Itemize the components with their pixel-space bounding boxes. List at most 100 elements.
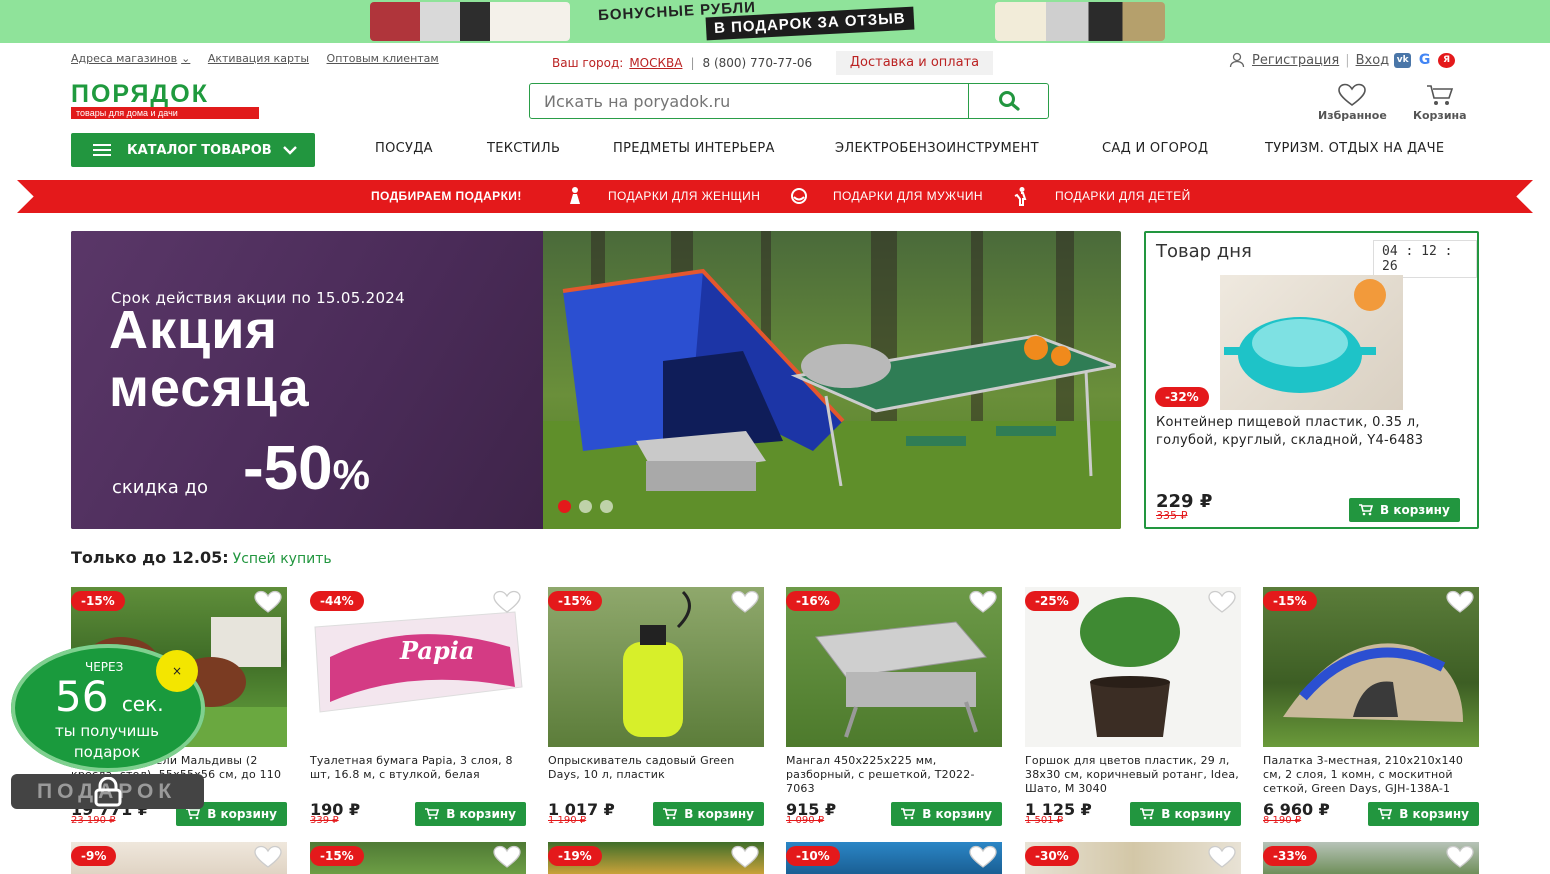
logo-word: ПОРЯДОК	[71, 80, 209, 108]
heart-icon[interactable]	[1207, 845, 1237, 869]
nav-item-dishes[interactable]: ПОСУДА	[375, 141, 433, 156]
product-name[interactable]: Горшок для цветов пластик, 29 л, 38х30 с…	[1025, 754, 1239, 796]
product-card[interactable]: -25% Горшок для цветов пластик, 29 л, 38…	[1025, 587, 1241, 827]
login-link[interactable]: Вход	[1356, 53, 1390, 68]
nav-item-tourism[interactable]: ТУРИЗМ. ОТДЫХ НА ДАЧЕ	[1265, 141, 1444, 156]
discount-badge: -19%	[548, 846, 602, 866]
deal-discount-badge: -32%	[1155, 387, 1209, 407]
add-to-cart-button[interactable]: В корзину	[891, 802, 1002, 826]
product-card[interactable]: -33%	[1263, 842, 1479, 874]
product-card[interactable]: -19%	[548, 842, 764, 874]
product-name[interactable]: Палатка 3-местная, 210х210х140 см, 2 сло…	[1263, 754, 1477, 796]
link-card-activation[interactable]: Активация карты	[208, 52, 309, 65]
cart-icon	[425, 808, 440, 820]
heart-icon[interactable]	[492, 590, 522, 614]
child-icon	[1014, 187, 1027, 206]
delivery-button[interactable]: Доставка и оплата	[836, 51, 993, 75]
add-to-cart-button[interactable]: В корзину	[1368, 802, 1479, 826]
nav-item-textile[interactable]: ТЕКСТИЛЬ	[487, 141, 560, 156]
divider: |	[1345, 52, 1350, 68]
phone-number[interactable]: 8 (800) 770-77-06	[703, 56, 813, 70]
heart-icon[interactable]	[1207, 590, 1237, 614]
yandex-icon[interactable]: Я	[1438, 52, 1456, 68]
city-value[interactable]: МОСКВА	[629, 56, 682, 70]
heart-icon[interactable]	[492, 845, 522, 869]
add-to-cart-button[interactable]: В корзину	[415, 802, 526, 826]
deal-product-name[interactable]: Контейнер пищевой пластик, 0.35 л, голуб…	[1156, 414, 1466, 450]
heart-icon[interactable]	[253, 590, 283, 614]
vk-icon[interactable]: vk	[1394, 52, 1412, 68]
lock-icon	[94, 777, 122, 807]
deal-add-to-cart-button[interactable]: В корзину	[1349, 498, 1460, 522]
site-logo[interactable]: ПОРЯДОК товары для дома и дачи	[71, 82, 259, 119]
product-old-price: 1 501 ₽	[1025, 815, 1064, 826]
product-old-price: 1 090 ₽	[786, 815, 825, 826]
ribbon-gifts-men[interactable]: ПОДАРКИ ДЛЯ МУЖЧИН	[833, 189, 983, 203]
product-card[interactable]: -15%	[310, 842, 526, 874]
gift-countdown-popup[interactable]: ЧЕРЕЗ 56 сек. ты получишь подарок ×	[11, 644, 205, 772]
banner-dot-2[interactable]	[579, 500, 592, 513]
link-wholesale[interactable]: Оптовым клиентам	[327, 52, 439, 65]
promo-strip[interactable]: БОНУСНЫЕ РУБЛИ В ПОДАРОК ЗА ОТЗЫВ	[0, 0, 1550, 43]
product-card[interactable]: -15% Опрыскиватель садовый Green Days, 1…	[548, 587, 764, 827]
nav-item-power-tools[interactable]: ЭЛЕКТРОБЕНЗОИНСТРУМЕНТ	[835, 141, 1039, 156]
section-title-text: Только до 12.05:	[71, 548, 229, 567]
add-to-cart-button[interactable]: В корзину	[1130, 802, 1241, 826]
heart-icon[interactable]	[730, 590, 760, 614]
product-card[interactable]: -10%	[786, 842, 1002, 874]
cart-icon	[1426, 85, 1453, 105]
gift-close-button[interactable]: ×	[156, 650, 198, 692]
catalog-button[interactable]: КАТАЛОГ ТОВАРОВ	[71, 133, 315, 167]
product-name[interactable]: Туалетная бумага Papia, 3 слоя, 8 шт, 16…	[310, 754, 524, 782]
discount-badge: -15%	[71, 591, 125, 611]
product-card[interactable]: -15% Палатка 3-местная, 210х210х140 см, …	[1263, 587, 1479, 827]
product-name[interactable]: Мангал 450х225х225 мм, разборный, с реше…	[786, 754, 1000, 796]
banner-dot-3[interactable]	[600, 500, 613, 513]
banner-discount: -50%	[243, 433, 370, 504]
gift-countdown: 56 сек.	[55, 672, 164, 721]
banner-pagination	[558, 500, 613, 513]
deal-title: Товар дня	[1156, 241, 1252, 262]
banner-title: Акция месяца	[109, 301, 310, 417]
product-name[interactable]: Опрыскиватель садовый Green Days, 10 л, …	[548, 754, 762, 782]
woman-icon	[570, 187, 580, 204]
link-store-addresses[interactable]: Адреса магазинов ⌄	[71, 52, 190, 65]
cart-icon	[901, 808, 916, 820]
heart-icon[interactable]	[968, 590, 998, 614]
add-to-cart-button[interactable]: В корзину	[653, 802, 764, 826]
google-icon[interactable]: G	[1416, 52, 1434, 68]
gift-seconds-unit: сек.	[121, 692, 164, 716]
search-button[interactable]	[968, 84, 1048, 118]
deal-product-image[interactable]	[1220, 275, 1403, 410]
cart-button[interactable]: Корзина	[1413, 83, 1467, 122]
user-icon	[1229, 52, 1245, 68]
cart-icon	[1359, 504, 1373, 516]
cart-icon	[1378, 808, 1393, 820]
nav-item-garden[interactable]: САД И ОГОРОД	[1102, 141, 1208, 156]
product-card[interactable]: -30%	[1025, 842, 1241, 874]
ribbon-gifts-kids[interactable]: ПОДАРКИ ДЛЯ ДЕТЕЙ	[1055, 189, 1191, 203]
search-input[interactable]	[530, 84, 968, 118]
register-link[interactable]: Регистрация	[1252, 53, 1339, 68]
section-hurry-link[interactable]: Успей купить	[233, 551, 332, 567]
nav-item-interior[interactable]: ПРЕДМЕТЫ ИНТЕРЬЕРА	[613, 141, 775, 156]
heart-icon[interactable]	[730, 845, 760, 869]
discount-badge: -30%	[1025, 846, 1079, 866]
heart-icon[interactable]	[968, 845, 998, 869]
heart-icon[interactable]	[253, 845, 283, 869]
discount-badge: -16%	[786, 591, 840, 611]
product-card[interactable]: -16% Мангал 450х225х225 мм, разборный, с…	[786, 587, 1002, 827]
favorites-button[interactable]: Избранное	[1318, 83, 1387, 122]
heart-icon[interactable]	[1445, 845, 1475, 869]
promo-products-right-image	[995, 2, 1165, 41]
favorites-label: Избранное	[1318, 109, 1387, 122]
product-card[interactable]: Papia -44% Туалетная бумага Papia, 3 сло…	[310, 587, 526, 827]
ribbon-gifts-women[interactable]: ПОДАРКИ ДЛЯ ЖЕНЩИН	[608, 189, 760, 203]
auth-links: Регистрация | Вход vk G Я	[1229, 52, 1456, 68]
divider: |	[690, 56, 695, 70]
heart-icon[interactable]	[1445, 590, 1475, 614]
product-card[interactable]: -9%	[71, 842, 287, 874]
banner-dot-1[interactable]	[558, 500, 571, 513]
promo-banner[interactable]: Срок действия акции по 15.05.2024 Акция …	[71, 231, 1121, 529]
gift-button[interactable]: ПОДАРОК	[11, 774, 204, 809]
